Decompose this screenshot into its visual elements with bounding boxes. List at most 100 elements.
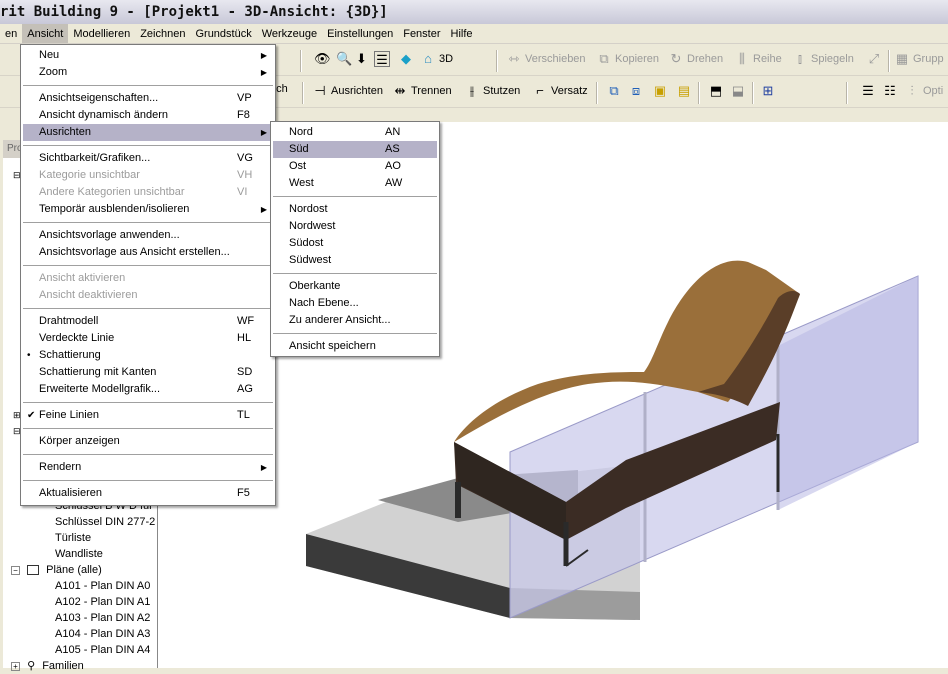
- menu-item-suedwest[interactable]: Südwest: [273, 252, 437, 269]
- zoom-button[interactable]: 🔍: [336, 51, 352, 67]
- menu-item-vorlage-erstellen[interactable]: Ansichtsvorlage aus Ansicht erstellen...: [23, 244, 273, 261]
- default-3d-view-button[interactable]: ⌂ 3D: [420, 51, 453, 67]
- menu-item-suedost[interactable]: Südost: [273, 235, 437, 252]
- kopieren-button[interactable]: ⧉ Kopieren: [596, 51, 659, 67]
- menu-item-label: Ansichtseigenschaften...: [39, 92, 159, 104]
- menu-item-feine-linien[interactable]: ✔ Feine Linien TL: [23, 407, 273, 424]
- menu-item-rendern[interactable]: Rendern ▶: [23, 459, 273, 476]
- join-button[interactable]: ⧉: [606, 83, 622, 99]
- menu-item-sichtbarkeit[interactable]: Sichtbarkeit/Grafiken... VG: [23, 150, 273, 167]
- menu-item-temporaer[interactable]: Temporär ausblenden/isolieren ▶: [23, 201, 273, 218]
- menu-item-aktualisieren[interactable]: Aktualisieren F5: [23, 485, 273, 502]
- menu-item-erweiterte-modellgrafik[interactable]: Erweiterte Modellgrafik... AG: [23, 381, 273, 398]
- menu-divider: [23, 454, 273, 455]
- ansicht-menu: Neu ▶ Zoom ▶ Ansichtseigenschaften... VP An…: [20, 44, 276, 506]
- menu-item-oberkante[interactable]: Oberkante: [273, 278, 437, 295]
- menu-item-label: Schattierung mit Kanten: [39, 366, 157, 378]
- paint-button[interactable]: ⬒: [708, 83, 724, 99]
- menu-item-verdeckte-linie[interactable]: Verdeckte Linie HL: [23, 330, 273, 347]
- menu-fenster-en[interactable]: en: [0, 24, 22, 43]
- expand-icon[interactable]: +: [11, 661, 20, 671]
- menu-item-neu[interactable]: Neu ▶: [23, 47, 273, 64]
- collapse-icon[interactable]: −: [11, 565, 20, 575]
- tree-item-tuerliste[interactable]: Türliste: [55, 530, 91, 546]
- menu-item-nordwest[interactable]: Nordwest: [273, 218, 437, 235]
- tree-item-wandliste[interactable]: Wandliste: [55, 546, 103, 562]
- cut-geometry-button[interactable]: ▣: [652, 83, 668, 99]
- uncut-geometry-button[interactable]: ▤: [676, 83, 692, 99]
- options-button[interactable]: ⫶ Opti: [904, 83, 943, 99]
- zoom-dropdown[interactable]: ⬇: [356, 51, 367, 67]
- list-button[interactable]: ☰: [860, 83, 876, 99]
- menu-hilfe[interactable]: Hilfe: [446, 24, 478, 43]
- menu-item-drahtmodell[interactable]: Drahtmodell WF: [23, 313, 273, 330]
- menu-modellieren[interactable]: Modellieren: [68, 24, 135, 43]
- dimension-button[interactable]: ⊞: [760, 83, 776, 99]
- split-icon: ⇹: [394, 83, 406, 98]
- dimension-icon: ⊞: [762, 83, 774, 98]
- window-title: rit Building 9 - [Projekt1 - 3D-Ansicht:…: [0, 0, 948, 24]
- menu-item-nordost[interactable]: Nordost: [273, 201, 437, 218]
- menu-item-schattierung-kanten[interactable]: Schattierung mit Kanten SD: [23, 364, 273, 381]
- menu-ansicht[interactable]: Ansicht: [22, 24, 69, 43]
- resize-button[interactable]: ⤢: [866, 51, 882, 67]
- menu-divider: [273, 333, 437, 334]
- tree-node-familien[interactable]: + ⚲ Familien: [11, 658, 84, 674]
- tree-node-plaene[interactable]: − Pläne (alle): [11, 562, 102, 578]
- menu-item-label: Nordost: [289, 203, 328, 215]
- split-face-button[interactable]: ⬓: [730, 83, 746, 99]
- radio-bullet-icon: •: [27, 350, 31, 361]
- gruppe-button[interactable]: ▦ Grupp: [894, 51, 944, 67]
- verschieben-button[interactable]: ⇿ Verschieben: [506, 51, 586, 67]
- unjoin-button[interactable]: ⧈: [628, 83, 644, 99]
- detail-level-button[interactable]: ☰: [374, 51, 390, 67]
- menu-item-ansichtseigenschaften[interactable]: Ansichtseigenschaften... VP: [23, 90, 273, 107]
- menu-item-zu-anderer-ansicht[interactable]: Zu anderer Ansicht...: [273, 312, 437, 329]
- menu-item-ausrichten[interactable]: Ausrichten ▶: [23, 124, 273, 141]
- ausrichten-button[interactable]: ⊣ Ausrichten: [312, 83, 383, 99]
- spiegeln-button[interactable]: ⫾ Spiegeln: [792, 51, 854, 67]
- menu-item-nord[interactable]: Nord AN: [273, 124, 437, 141]
- join-icon: ⧉: [609, 83, 619, 98]
- copy-icon: ⧉: [599, 51, 609, 66]
- tree-item-a101[interactable]: A101 - Plan DIN A0: [55, 578, 150, 594]
- menu-divider: [23, 308, 273, 309]
- menu-item-zoom-label: Zoom: [39, 66, 68, 78]
- menu-divider: [273, 196, 437, 197]
- stutzen-button[interactable]: ⫲ Stutzen: [464, 83, 520, 99]
- menu-item-nach-ebene[interactable]: Nach Ebene...: [273, 295, 437, 312]
- menu-divider: [23, 428, 273, 429]
- toolbar-separator: [752, 82, 754, 104]
- menu-werkzeuge[interactable]: Werkzeuge: [257, 24, 322, 43]
- menu-item-zoom[interactable]: Zoom ▶: [23, 64, 273, 81]
- shortcut-label: AO: [385, 160, 401, 172]
- tree-item-a103[interactable]: A103 - Plan DIN A2: [55, 610, 150, 626]
- menu-divider: [23, 402, 273, 403]
- menu-item-ost[interactable]: Ost AO: [273, 158, 437, 175]
- trennen-button[interactable]: ⇹ Trennen: [392, 83, 452, 99]
- menu-einstellungen[interactable]: Einstellungen: [322, 24, 398, 43]
- menu-item-vorlage-anwenden[interactable]: Ansichtsvorlage anwenden...: [23, 227, 273, 244]
- reihe-button[interactable]: ⫼ Reihe: [734, 51, 782, 67]
- menu-item-sued[interactable]: Süd AS: [273, 141, 437, 158]
- tree-node-plaene-label: Pläne (alle): [46, 564, 102, 576]
- eye-button[interactable]: 👁: [314, 51, 331, 67]
- tree-item-a105[interactable]: A105 - Plan DIN A4: [55, 642, 150, 658]
- menu-grundstueck[interactable]: Grundstück: [190, 24, 256, 43]
- menu-zeichnen[interactable]: Zeichnen: [135, 24, 190, 43]
- tree-item-a104[interactable]: A104 - Plan DIN A3: [55, 626, 150, 642]
- menu-item-label: Südost: [289, 237, 324, 249]
- shading-button[interactable]: ◆: [398, 51, 414, 67]
- tree-item-schluessel-din[interactable]: Schlüssel DIN 277-2: [55, 514, 155, 530]
- versatz-button[interactable]: ⌐ Versatz: [532, 83, 587, 99]
- menu-item-schattierung[interactable]: • Schattierung: [23, 347, 273, 364]
- tree-item-a102[interactable]: A102 - Plan DIN A1: [55, 594, 150, 610]
- menu-item-ansicht-dynamisch[interactable]: Ansicht dynamisch ändern F8: [23, 107, 273, 124]
- menu-item-ansicht-speichern[interactable]: Ansicht speichern: [273, 338, 437, 355]
- tag-button[interactable]: ☷: [882, 83, 898, 99]
- menu-item-koerper-anzeigen[interactable]: Körper anzeigen: [23, 433, 273, 450]
- menu-item-west[interactable]: West AW: [273, 175, 437, 192]
- menu-item-label: Ansichtsvorlage aus Ansicht erstellen...: [39, 246, 230, 258]
- menu-fenster[interactable]: Fenster: [398, 24, 445, 43]
- drehen-button[interactable]: ↻ Drehen: [668, 51, 724, 67]
